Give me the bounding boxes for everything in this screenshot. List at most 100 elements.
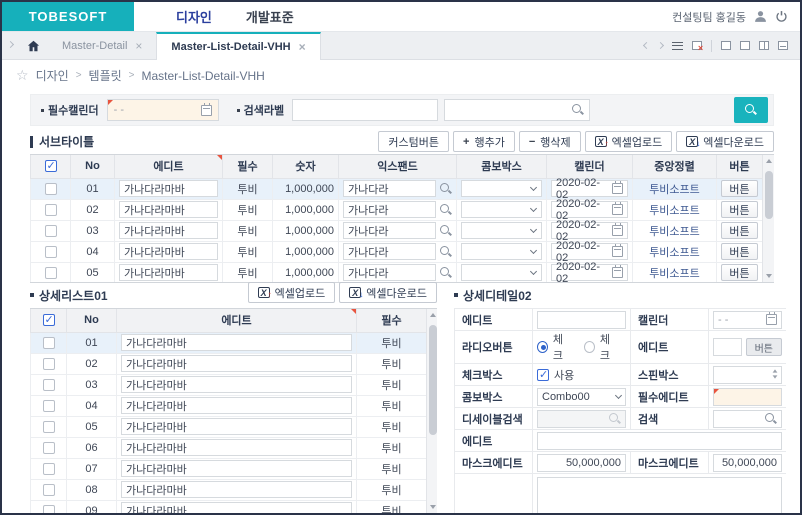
edit-input[interactable]	[121, 355, 352, 372]
edit-field-wide[interactable]	[537, 432, 782, 450]
row-checkbox[interactable]	[43, 400, 55, 412]
search-field[interactable]	[713, 410, 782, 428]
col-calendar[interactable]: 캘린더	[547, 155, 633, 178]
select-all-header[interactable]	[31, 155, 71, 178]
favorite-star-icon[interactable]: ☆	[16, 67, 29, 84]
combo-box[interactable]: Combo00	[537, 388, 626, 406]
layout-vertical-split-icon[interactable]	[759, 41, 769, 50]
add-row-button[interactable]: +행추가	[453, 131, 515, 152]
list-item[interactable]: 01투비	[31, 332, 427, 353]
edit-input[interactable]	[121, 334, 352, 351]
tab-list-icon[interactable]	[672, 42, 683, 50]
scroll-tabs-left-icon[interactable]	[643, 42, 650, 49]
calendar-icon[interactable]	[612, 267, 623, 278]
search-icon[interactable]	[765, 413, 777, 425]
col-required[interactable]: 필수	[223, 155, 273, 178]
list-item[interactable]: 03투비	[31, 374, 427, 395]
search-icon[interactable]	[440, 183, 452, 195]
search-text-field[interactable]	[292, 99, 438, 121]
calendar-icon[interactable]	[766, 314, 777, 325]
scroll-down-icon[interactable]	[766, 274, 772, 278]
table-row[interactable]: 04 투비 1,000,000 2020-02-02 투비소프트 버튼	[31, 241, 763, 262]
select-all-header[interactable]	[31, 309, 67, 332]
edit-field[interactable]	[537, 311, 626, 329]
search-icon[interactable]	[440, 225, 452, 237]
expand-input[interactable]	[343, 180, 436, 197]
edit-input[interactable]	[121, 502, 352, 513]
row-checkbox[interactable]	[43, 442, 55, 454]
row-checkbox[interactable]	[43, 337, 55, 349]
row-checkbox[interactable]	[45, 204, 57, 216]
select-all-checkbox[interactable]	[43, 314, 55, 326]
delete-row-button[interactable]: −행삭제	[519, 131, 581, 152]
spinner-arrows[interactable]	[772, 369, 778, 379]
select-all-checkbox[interactable]	[45, 160, 57, 172]
required-calendar-input[interactable]: - -	[107, 99, 219, 121]
required-edit-field[interactable]	[713, 388, 782, 406]
list-item[interactable]: 05투비	[31, 416, 427, 437]
expand-input[interactable]	[343, 264, 436, 281]
row-checkbox[interactable]	[43, 421, 55, 433]
list-item[interactable]: 02투비	[31, 353, 427, 374]
col-number[interactable]: 숫자	[273, 155, 339, 178]
excel-upload-button[interactable]: X↑엑셀업로드	[585, 131, 673, 152]
required-edit-input[interactable]	[718, 391, 777, 403]
edit-input[interactable]	[121, 418, 352, 435]
scrollbar-thumb[interactable]	[429, 325, 437, 435]
row-checkbox[interactable]	[45, 246, 57, 258]
edit-input[interactable]	[542, 314, 621, 326]
search-icon[interactable]	[440, 267, 452, 279]
calendar-icon[interactable]	[612, 204, 623, 215]
edit-field[interactable]	[713, 338, 742, 356]
row-checkbox[interactable]	[43, 484, 55, 496]
tab-close-icon[interactable]: ×	[299, 40, 306, 54]
tab-master-list-detail-vhh[interactable]: Master-List-Detail-VHH ×	[156, 32, 320, 60]
search-input[interactable]	[718, 413, 765, 425]
mask-edit-field[interactable]	[537, 454, 626, 472]
checkbox-checked[interactable]	[537, 369, 549, 381]
layout-single-icon[interactable]	[721, 41, 731, 50]
list-item[interactable]: 08투비	[31, 479, 427, 500]
calendar-icon[interactable]	[612, 225, 623, 236]
list-item[interactable]: 04투비	[31, 395, 427, 416]
calendar-field[interactable]: 2020-02-02	[551, 243, 628, 260]
table-row[interactable]: 02 투비 1,000,000 2020-02-02 투비소프트 버튼	[31, 199, 763, 220]
expand-input[interactable]	[343, 201, 436, 218]
list-item[interactable]: 06투비	[31, 437, 427, 458]
search-icon[interactable]	[572, 104, 584, 116]
row-button[interactable]: 버튼	[721, 264, 758, 281]
calendar-icon[interactable]	[612, 246, 623, 257]
scroll-tabs-right-icon[interactable]	[657, 42, 664, 49]
combo-box[interactable]	[461, 201, 542, 218]
col-required[interactable]: 필수	[357, 309, 427, 332]
col-no[interactable]: No	[71, 155, 115, 178]
vertical-scrollbar[interactable]	[762, 155, 774, 282]
edit-input[interactable]	[119, 201, 218, 218]
edit-input[interactable]	[718, 341, 737, 353]
combo-box[interactable]	[461, 243, 542, 260]
edit-input[interactable]	[121, 481, 352, 498]
tab-close-icon[interactable]: ×	[135, 39, 142, 53]
vertical-scrollbar[interactable]	[426, 309, 437, 513]
edit-input[interactable]	[121, 376, 352, 393]
edit-input[interactable]	[119, 180, 218, 197]
edit-input[interactable]	[121, 460, 352, 477]
calendar-field[interactable]: 2020-02-02	[551, 180, 628, 197]
row-button[interactable]: 버튼	[721, 180, 758, 197]
col-no[interactable]: No	[67, 309, 117, 332]
expand-input[interactable]	[343, 222, 436, 239]
search-input-2[interactable]	[445, 100, 572, 120]
col-center-align[interactable]: 중앙정렬	[633, 155, 717, 178]
calendar-field[interactable]: 2020-02-02	[551, 264, 628, 281]
field-button[interactable]: 버튼	[746, 338, 782, 356]
scroll-up-icon[interactable]	[430, 313, 436, 317]
scroll-up-icon[interactable]	[766, 159, 772, 163]
edit-input[interactable]	[119, 222, 218, 239]
table-row[interactable]: 05 투비 1,000,000 2020-02-02 투비소프트 버튼	[31, 262, 763, 283]
combo-box[interactable]	[461, 222, 542, 239]
mask-edit-input[interactable]	[718, 457, 777, 469]
textbox-textarea[interactable]	[537, 477, 782, 513]
edit-input[interactable]	[119, 264, 218, 281]
search-button[interactable]	[734, 97, 768, 123]
row-checkbox[interactable]	[43, 379, 55, 391]
